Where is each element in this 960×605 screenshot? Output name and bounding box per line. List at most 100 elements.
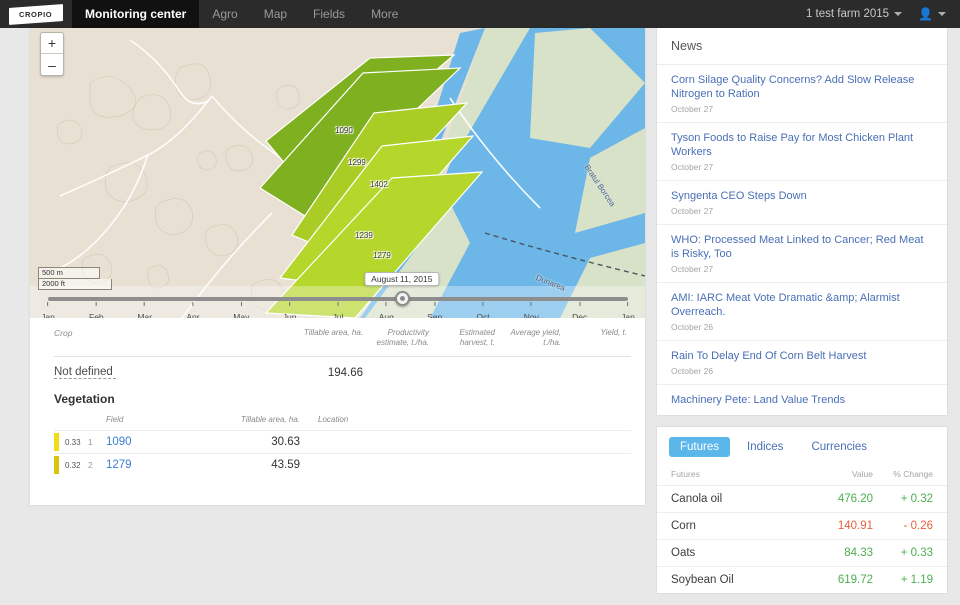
- nav-item-monitoring-center[interactable]: Monitoring center: [72, 0, 200, 28]
- timeline-month-aug-7: Aug: [379, 302, 394, 318]
- news-headline-link[interactable]: Tyson Foods to Raise Pay for Most Chicke…: [671, 131, 933, 159]
- news-item[interactable]: Syngenta CEO Steps Down October 27: [657, 181, 947, 225]
- user-menu[interactable]: 👤: [918, 8, 946, 20]
- col-header-crop: Crop: [54, 328, 73, 338]
- timeline-month-labels: Jan Feb Mar Apr May Jun Jul Aug Sep Oct Nov Dec Jan: [41, 302, 635, 318]
- tab-indices[interactable]: Indices: [736, 437, 794, 457]
- tab-currencies[interactable]: Currencies: [800, 437, 878, 457]
- timeline-month-apr-3: Apr: [186, 302, 200, 318]
- top-navigation-bar: CROPIO Monitoring center Agro Map Fields…: [0, 0, 960, 28]
- vegetation-section-title: Vegetation: [54, 392, 115, 406]
- crop-summary-row: Not defined 194.66: [54, 356, 631, 388]
- timeline-month-label: Nov: [523, 312, 539, 318]
- nav-item-map[interactable]: Map: [251, 0, 300, 28]
- news-headline-link[interactable]: Corn Silage Quality Concerns? Add Slow R…: [671, 73, 933, 101]
- col-header-average-yield: Average yield, t./ha.: [510, 328, 561, 347]
- timeline-tick: [530, 302, 532, 306]
- news-item[interactable]: Corn Silage Quality Concerns? Add Slow R…: [657, 65, 947, 123]
- news-headline-link[interactable]: Machinery Pete: Land Value Trends: [671, 393, 933, 407]
- zoom-out-button[interactable]: –: [41, 54, 63, 75]
- news-item[interactable]: WHO: Processed Meat Linked to Cancer; Re…: [657, 225, 947, 283]
- timeline-month-jan-12: Jan: [621, 302, 635, 318]
- timeline-tick: [95, 302, 97, 306]
- timeline-selected-date: August 11, 2015: [364, 272, 440, 286]
- news-headline-link[interactable]: WHO: Processed Meat Linked to Cancer; Re…: [671, 233, 933, 261]
- timeline-month-nov-10: Nov: [524, 302, 539, 318]
- nav-item-fields[interactable]: Fields: [300, 0, 358, 28]
- main-content-panel: + – 1090 1299 1402 1239 1279 Bratul Borc…: [30, 28, 645, 505]
- timeline-month-label: Jun: [282, 312, 297, 318]
- chevron-down-icon: [938, 12, 946, 16]
- zoom-in-button[interactable]: +: [41, 33, 63, 54]
- vegetation-tillable-area: 43.59: [271, 459, 300, 471]
- timeline-month-jul-6: Jul: [332, 302, 344, 318]
- news-item[interactable]: Tyson Foods to Raise Pay for Most Chicke…: [657, 123, 947, 181]
- nav-label: Map: [263, 7, 288, 21]
- news-item[interactable]: Machinery Pete: Land Value Trends: [657, 385, 947, 415]
- crop-name-not-defined[interactable]: Not defined: [54, 366, 116, 379]
- futures-value: 619.72: [837, 574, 873, 586]
- col-header-productivity-estimate: Productivity estimate, t./ha.: [376, 328, 429, 347]
- vegetation-score-group: 0.32: [54, 456, 84, 474]
- app-logo[interactable]: CROPIO: [0, 0, 72, 28]
- timeline-month-sep-8: Sep: [427, 302, 442, 318]
- timeline-month-jun-5: Jun: [283, 302, 297, 318]
- futures-header-row: Futures Value % Change: [657, 465, 947, 485]
- timeline-month-oct-9: Oct: [476, 302, 490, 318]
- vegetation-field-link[interactable]: 1090: [106, 436, 226, 448]
- timeline-month-feb-1: Feb: [89, 302, 104, 318]
- futures-name: Soybean Oil: [671, 574, 734, 586]
- nav-label: Monitoring center: [85, 7, 187, 21]
- timeline-month-label: Jan: [41, 312, 55, 318]
- timeline-month-label: Feb: [89, 312, 104, 318]
- news-date: October 27: [671, 206, 714, 216]
- news-date: October 27: [671, 162, 714, 172]
- col-header-futures-value: Value: [851, 469, 873, 479]
- col-header-veg-tillable-area: Tillable area, ha.: [240, 415, 300, 424]
- vegetation-table-body: 0.33 1 1090 30.63 0.32 2 1279 43.59: [54, 430, 631, 476]
- col-header-futures-name: Futures: [671, 469, 700, 479]
- vegetation-field-link[interactable]: 1279: [106, 459, 226, 471]
- timeline-month-may-4: May: [233, 302, 249, 318]
- markets-tabs: Futures Indices Currencies: [657, 427, 947, 465]
- vegetation-row[interactable]: 0.32 2 1279 43.59: [54, 453, 631, 476]
- vegetation-index-chip: [54, 456, 59, 474]
- field-map[interactable]: + – 1090 1299 1402 1239 1279 Bratul Borc…: [30, 28, 645, 318]
- timeline-month-label: Jul: [332, 312, 344, 318]
- vegetation-row[interactable]: 0.33 1 1090 30.63: [54, 430, 631, 453]
- news-card-title: News: [657, 28, 947, 65]
- futures-change: + 1.19: [900, 574, 933, 586]
- vegetation-index-value: 0.32: [65, 460, 81, 470]
- vegetation-score-group: 0.33: [54, 433, 84, 451]
- col-header-field: Field: [106, 415, 124, 424]
- timeline-tick: [192, 302, 194, 306]
- crop-summary-section: Crop Tillable area, ha. Productivity est…: [30, 318, 645, 476]
- futures-row: Canola oil 476.20 + 0.32: [657, 485, 947, 512]
- futures-row: Oats 84.33 + 0.33: [657, 539, 947, 566]
- timeline-tick: [385, 302, 387, 306]
- farm-selector-label: 1 test farm 2015: [805, 8, 890, 20]
- col-header-yield: Yield, t.: [600, 328, 627, 337]
- news-date: October 27: [671, 264, 714, 274]
- date-timeline-slider[interactable]: August 11, 2015 Jan Feb Mar Apr May Jun Jul Aug…: [30, 272, 645, 318]
- col-header-estimated-harvest: Estimated harvest, t.: [459, 328, 495, 347]
- futures-name: Oats: [671, 547, 696, 559]
- news-headline-link[interactable]: AMI: IARC Meat Vote Dramatic &amp; Alarm…: [671, 291, 933, 319]
- tab-futures[interactable]: Futures: [669, 437, 730, 457]
- news-headline-link[interactable]: Rain To Delay End Of Corn Belt Harvest: [671, 349, 933, 363]
- news-item[interactable]: AMI: IARC Meat Vote Dramatic &amp; Alarm…: [657, 283, 947, 341]
- nav-item-more[interactable]: More: [358, 0, 411, 28]
- nav-item-agro[interactable]: Agro: [199, 0, 250, 28]
- timeline-month-label: Dec: [572, 312, 588, 318]
- timeline-tick: [434, 302, 436, 306]
- news-item[interactable]: Rain To Delay End Of Corn Belt Harvest Oc…: [657, 341, 947, 385]
- farm-selector[interactable]: 1 test farm 2015: [805, 8, 903, 20]
- col-header-tillable-area: Tillable area, ha.: [303, 328, 363, 337]
- news-date: October 26: [671, 322, 714, 332]
- map-zoom-controls[interactable]: + –: [40, 32, 64, 76]
- chevron-down-icon: [894, 12, 903, 16]
- timeline-track[interactable]: [48, 297, 628, 301]
- markets-card: Futures Indices Currencies Futures Value…: [657, 427, 947, 593]
- news-headline-link[interactable]: Syngenta CEO Steps Down: [671, 189, 933, 203]
- timeline-tick: [627, 302, 629, 306]
